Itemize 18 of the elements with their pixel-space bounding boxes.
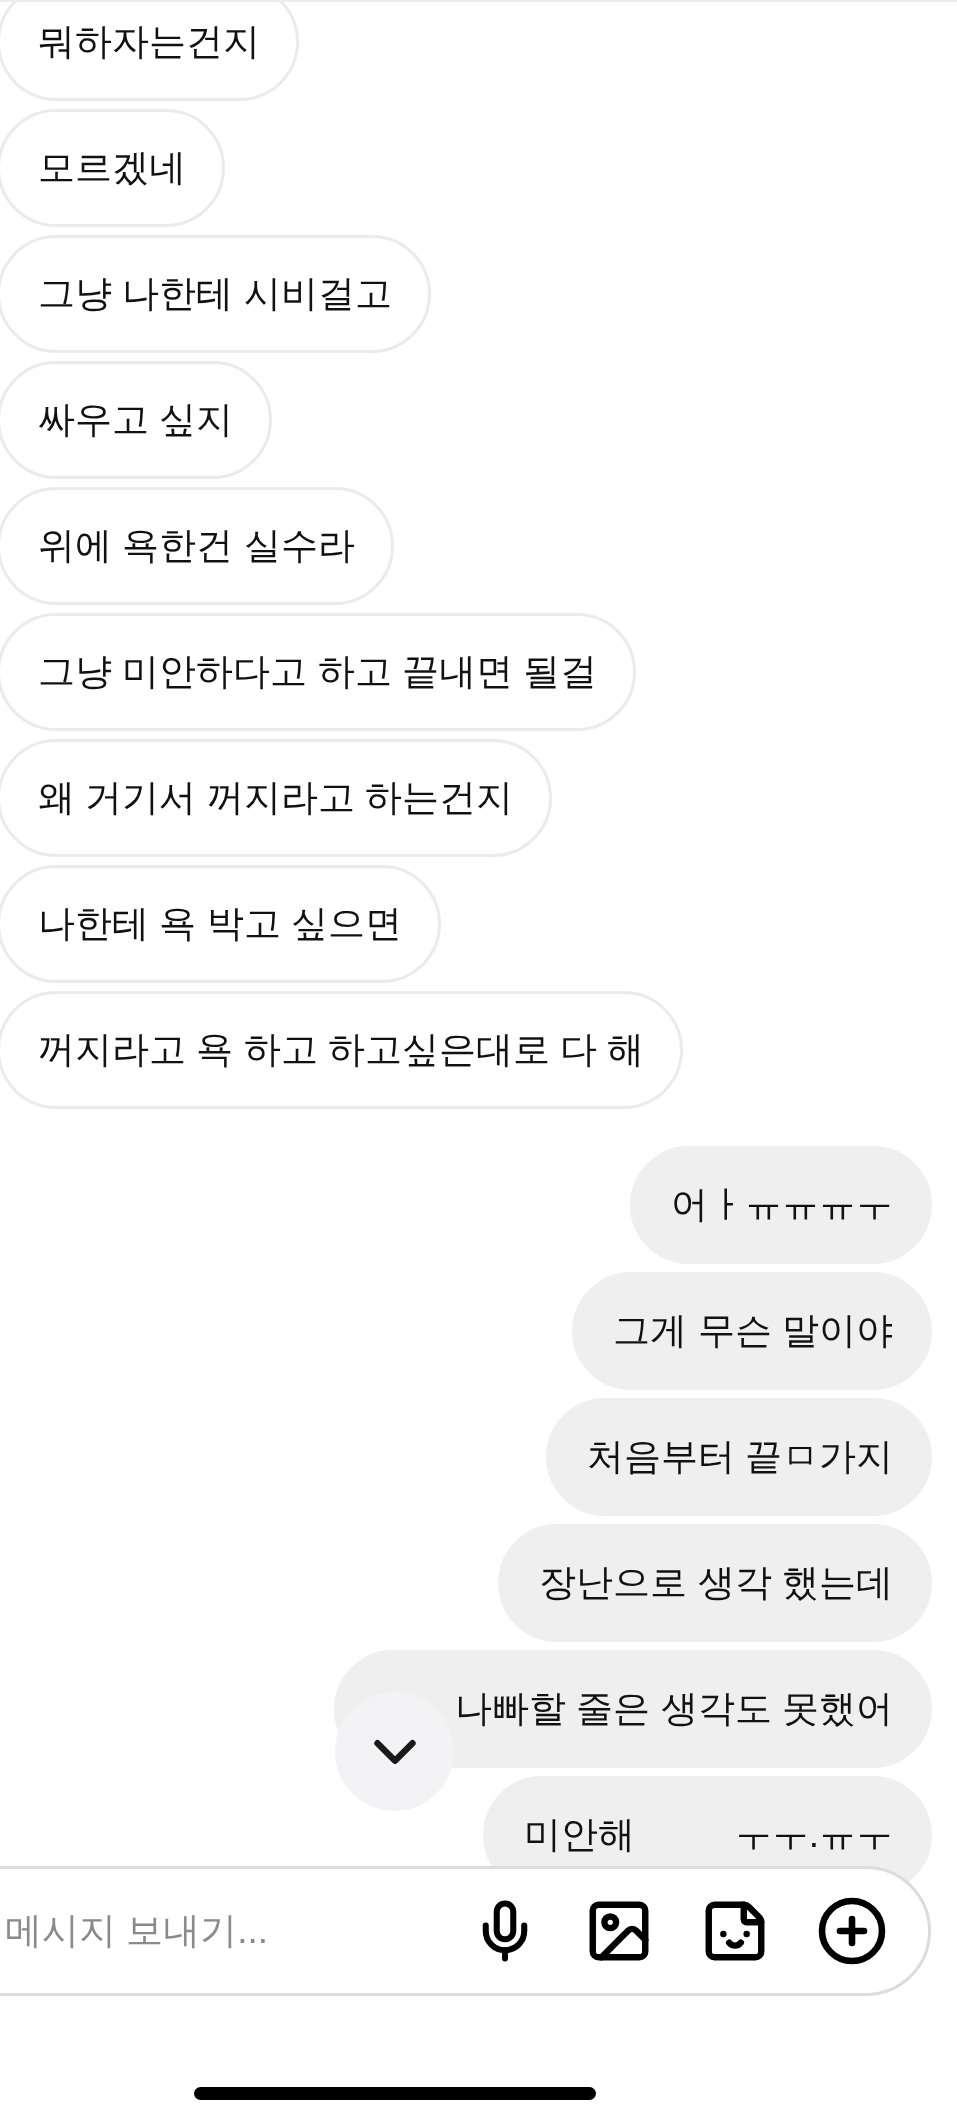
message-text: 모르겠네 bbox=[38, 146, 186, 190]
message-text: 왜 거기서 꺼지라고 하는건지 bbox=[38, 776, 513, 820]
message-text: 미안해 bbox=[523, 1813, 635, 1857]
message-text: 위에 욕한건 실수라 bbox=[38, 524, 355, 568]
add-icon[interactable] bbox=[816, 1895, 888, 1967]
message-text: 나한테 욕 박고 싶으면 bbox=[38, 902, 402, 946]
message-input[interactable]: 메시지 보내기... bbox=[3, 1909, 426, 1953]
message-text: 그냥 나한테 시비걸고 bbox=[38, 272, 392, 316]
message-text: ㅜㅜ.ㅠㅜ bbox=[734, 1813, 893, 1857]
message-text: 그게 무슨 말이야 bbox=[613, 1309, 893, 1353]
message-text: 꺼지라고 욕 하고 하고싶은대로 다 해 bbox=[38, 1028, 645, 1072]
message-text: 그냥 미안하다고 하고 끝내면 될걸 bbox=[38, 650, 598, 694]
message-text: 싸우고 싶지 bbox=[38, 398, 234, 442]
message-text: 나빠할 줄은 생각도 못했어 bbox=[455, 1687, 893, 1731]
message-text: 처음부터 끝ㅁ가지 bbox=[586, 1435, 893, 1479]
message-text: 어ㅏㅠㅠㅠㅜ bbox=[671, 1183, 893, 1227]
message-text: 장난으로 생각 했는데 bbox=[539, 1561, 893, 1605]
message-text: 뭐하자는건지 bbox=[38, 20, 260, 64]
